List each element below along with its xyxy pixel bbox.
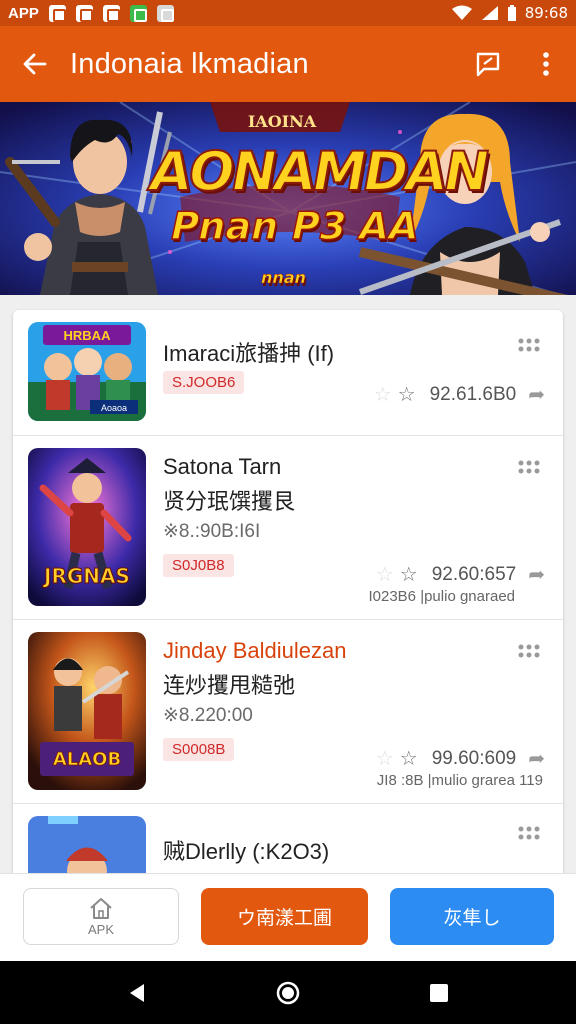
system-nav-bar	[0, 961, 576, 1024]
app-meta: ※8.:90B:I6I	[163, 521, 261, 542]
app-rating: ☆ ☆ 99.60:609 ➦	[376, 746, 545, 771]
check-notification-icon	[156, 4, 174, 22]
list-item[interactable]: 贼Dlerlly (:K2O3)	[13, 804, 563, 880]
banner-subtitle-main: Pnan P3 AA	[166, 203, 424, 249]
signal-icon	[481, 6, 498, 20]
app-tag: S0008B	[163, 738, 235, 761]
share-icon[interactable]: ➦	[528, 562, 545, 587]
app-list: HRBAA Aoaoa Imaraci旅播抻 (If) S.JOOB6 ☆ ☆ …	[13, 310, 563, 880]
page-title: Indonaia lkmadian	[70, 47, 309, 80]
list-item[interactable]: HRBAA Aoaoa Imaraci旅播抻 (If) S.JOOB6 ☆ ☆ …	[13, 310, 563, 436]
app-thumbnail[interactable]: JRGNAS	[28, 448, 146, 606]
app-meta: ※8.220:00	[163, 705, 253, 726]
nav-recents-button[interactable]	[424, 978, 454, 1008]
rating-value: 99.60:609	[431, 747, 517, 769]
drag-handle-icon[interactable]	[517, 338, 541, 356]
message-notification-icon	[102, 4, 120, 22]
banner-title: AONAMDAN	[143, 139, 492, 204]
feedback-button[interactable]	[460, 26, 516, 102]
drag-handle-icon[interactable]	[517, 644, 541, 662]
star-outline-icon: ☆	[373, 384, 392, 406]
app-footer-note: I023B6 |pulio gnaraed	[368, 588, 515, 605]
star-outline-icon: ☆	[375, 564, 394, 586]
back-arrow-icon	[23, 53, 47, 75]
rating-value: 92.60:657	[431, 563, 517, 585]
app-name[interactable]: Jinday Baldiulezan	[163, 638, 346, 664]
nav-back-button[interactable]	[122, 978, 152, 1008]
list-item[interactable]: JRGNAS Satona Tarn 贤分珉馔攫艮 ※8.:90B:I6I S0…	[13, 436, 563, 620]
banner-subtitle: Pnan P3 AA nnan	[136, 203, 445, 292]
star-icon: ☆	[397, 384, 416, 406]
banner-top-text: IAOINA	[247, 112, 317, 131]
app-subtitle: 贤分珉馔攫艮	[163, 489, 296, 514]
app-thumbnail[interactable]	[28, 816, 146, 880]
app-bar: Indonaia lkmadian	[0, 26, 576, 102]
secondary-action-button[interactable]: 灰隼し	[390, 888, 554, 945]
app-name[interactable]: 贼Dlerlly (:K2O3)	[163, 834, 329, 866]
app-name[interactable]: Satona Tarn	[163, 454, 281, 480]
app-name[interactable]: Imaraci旅播抻 (If)	[163, 336, 334, 368]
apk-label: APK	[87, 922, 114, 937]
more-options-button[interactable]	[518, 26, 574, 102]
app-thumbnail[interactable]: HRBAA Aoaoa	[28, 322, 146, 421]
thumbnail-caption: Aoaoa	[101, 403, 127, 413]
star-icon: ☆	[399, 748, 418, 770]
apk-button[interactable]: APK	[23, 888, 179, 945]
nav-back-icon	[130, 984, 144, 1002]
app-rating: ☆ ☆ 92.61.6B0 ➦	[374, 382, 545, 407]
primary-action-button[interactable]: ウ南漾工圃	[201, 888, 368, 945]
star-outline-icon: ☆	[375, 748, 394, 770]
thumbnail-title: JRGNAS	[42, 564, 130, 588]
lock-notification-icon	[75, 4, 93, 22]
app-tag: S.JOOB6	[163, 371, 245, 394]
battery-icon	[507, 4, 516, 21]
app-tag: S0J0B8	[163, 554, 234, 577]
banner-subtitle-tail: nnan	[259, 268, 309, 288]
thumbnail-art	[28, 816, 146, 880]
share-icon[interactable]: ➦	[528, 746, 545, 771]
more-vert-icon	[543, 52, 549, 76]
thumbnail-art: JRGNAS	[28, 448, 146, 606]
nav-home-icon	[276, 981, 300, 1005]
app-rating: ☆ ☆ 92.60:657 ➦	[376, 562, 545, 587]
thumbnail-title: ALAOB	[53, 749, 121, 770]
nav-recents-icon	[430, 984, 448, 1002]
drag-handle-icon[interactable]	[517, 460, 541, 478]
feedback-icon	[476, 52, 500, 77]
status-app-label: APP	[8, 4, 39, 22]
star-icon: ☆	[399, 564, 418, 586]
thumbnail-art: HRBAA Aoaoa	[28, 322, 146, 421]
image-notification-icon	[48, 4, 66, 22]
app-subtitle: 连炒攫甩糙弛	[163, 673, 296, 698]
share-icon[interactable]: ➦	[528, 382, 545, 407]
status-time: 89:68	[524, 4, 568, 22]
app-notification-icon	[129, 4, 147, 22]
app-thumbnail[interactable]: ALAOB	[28, 632, 146, 790]
bottom-action-bar: APK ウ南漾工圃 灰隼し	[0, 873, 576, 961]
promo-banner[interactable]: IAOINA AONAMDAN Pnan P3 AA nnan	[0, 102, 576, 295]
thumbnail-title: HRBAA	[64, 328, 112, 343]
thumbnail-art: ALAOB	[28, 632, 146, 790]
status-bar: APP 89:68	[0, 0, 576, 26]
drag-handle-icon[interactable]	[517, 826, 541, 844]
wifi-icon	[451, 5, 472, 20]
back-button[interactable]	[0, 26, 70, 102]
rating-value: 92.61.6B0	[429, 383, 517, 405]
app-footer-note: JI8 :8B |mulio grarea 119	[376, 772, 543, 789]
home-icon	[90, 898, 112, 919]
nav-home-button[interactable]	[273, 978, 303, 1008]
list-item[interactable]: ALAOB Jinday Baldiulezan 连炒攫甩糙弛 ※8.220:0…	[13, 620, 563, 804]
